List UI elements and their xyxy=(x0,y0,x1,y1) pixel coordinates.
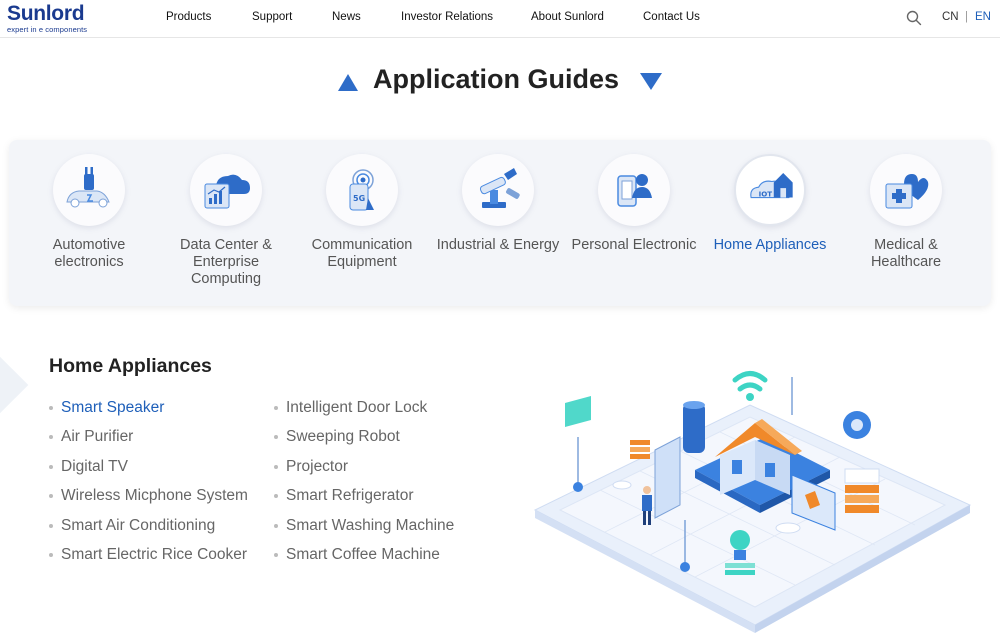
category-panel: Automotive electronics Data Center & Ent… xyxy=(9,140,991,306)
nav-products[interactable]: Products xyxy=(166,11,211,23)
cloud-chart-icon xyxy=(190,154,262,226)
search-icon[interactable] xyxy=(906,10,922,26)
app-item-smart-washing-machine[interactable]: Smart Washing Machine xyxy=(274,516,454,545)
bullet-dot-icon xyxy=(274,552,278,557)
bullet-dot-icon xyxy=(49,523,53,528)
5g-signal-icon: 5G xyxy=(326,154,398,226)
app-item-label: Smart Electric Rice Cooker xyxy=(61,545,248,563)
category-industrial[interactable]: Industrial & Energy xyxy=(430,154,566,254)
app-item-smart-air-conditioning[interactable]: Smart Air Conditioning xyxy=(49,516,248,545)
bullet-dot-icon xyxy=(49,464,53,469)
bullet-dot-icon xyxy=(49,406,53,410)
category-label: Home Appliances xyxy=(713,237,827,253)
lang-cn[interactable]: CN xyxy=(942,11,959,23)
application-list-col2: Intelligent Door Lock Sweeping Robot Pro… xyxy=(274,398,454,574)
app-item-label: Wireless Micphone System xyxy=(61,487,248,505)
triangle-down-icon xyxy=(640,73,662,90)
app-item-label: Sweeping Robot xyxy=(286,428,400,446)
site-header: Sunlord expert in e components Products … xyxy=(0,0,1000,38)
category-label: Medical & Healthcare xyxy=(870,237,942,270)
app-item-label: Smart Coffee Machine xyxy=(286,545,440,563)
category-medical[interactable]: Medical & Healthcare xyxy=(838,154,974,271)
app-item-wireless-micphone[interactable]: Wireless Micphone System xyxy=(49,486,248,515)
section-title: Home Appliances xyxy=(49,355,212,377)
app-item-smart-rice-cooker[interactable]: Smart Electric Rice Cooker xyxy=(49,545,248,574)
bullet-dot-icon xyxy=(49,494,53,499)
category-communication[interactable]: 5G Communication Equipment xyxy=(294,154,430,271)
lang-separator: | xyxy=(965,11,968,23)
app-item-digital-tv[interactable]: Digital TV xyxy=(49,457,248,486)
category-data-center[interactable]: Data Center & Enterprise Computing xyxy=(158,154,294,288)
category-label: Data Center & Enterprise Computing xyxy=(180,237,272,287)
svg-text:5G: 5G xyxy=(353,194,365,203)
nav-about-sunlord[interactable]: About Sunlord xyxy=(531,11,604,23)
category-label: Communication Equipment xyxy=(311,237,413,270)
app-item-smart-coffee-machine[interactable]: Smart Coffee Machine xyxy=(274,545,454,574)
app-item-smart-refrigerator[interactable]: Smart Refrigerator xyxy=(274,486,454,515)
category-label: Automotive electronics xyxy=(52,237,126,270)
carousel-prev-arrow[interactable] xyxy=(0,356,29,414)
medical-heart-icon xyxy=(870,154,942,226)
bullet-dot-icon xyxy=(274,464,278,469)
nav-support[interactable]: Support xyxy=(252,11,292,23)
app-item-projector[interactable]: Projector xyxy=(274,457,454,486)
app-item-label: Smart Washing Machine xyxy=(286,516,455,534)
logo-tagline: expert in e components xyxy=(7,25,88,34)
app-item-label: Air Purifier xyxy=(61,428,134,446)
phone-user-icon xyxy=(598,154,670,226)
app-item-smart-speaker[interactable]: Smart Speaker xyxy=(49,398,248,427)
nav-news[interactable]: News xyxy=(332,11,361,23)
page-title-block: Application Guides xyxy=(0,64,1000,100)
car-plug-icon xyxy=(53,154,125,226)
app-item-door-lock[interactable]: Intelligent Door Lock xyxy=(274,398,454,427)
app-item-label: Projector xyxy=(286,457,349,475)
bullet-dot-icon xyxy=(274,435,278,440)
category-label: Industrial & Energy xyxy=(436,237,560,253)
category-automotive[interactable]: Automotive electronics xyxy=(21,154,157,271)
triangle-up-icon xyxy=(338,74,358,91)
lang-en[interactable]: EN xyxy=(975,11,991,23)
logo-wordmark: Sunlord xyxy=(7,2,85,25)
iot-home-icon: IOT xyxy=(734,154,806,226)
bullet-dot-icon xyxy=(49,435,53,440)
app-item-air-purifier[interactable]: Air Purifier xyxy=(49,427,248,456)
app-item-label: Intelligent Door Lock xyxy=(286,399,428,416)
app-item-sweeping-robot[interactable]: Sweeping Robot xyxy=(274,427,454,456)
svg-text:IOT: IOT xyxy=(759,190,773,199)
app-item-label: Smart Refrigerator xyxy=(286,487,414,505)
robot-arm-icon xyxy=(462,154,534,226)
category-personal-electronic[interactable]: Personal Electronic xyxy=(566,154,702,254)
bullet-dot-icon xyxy=(49,552,53,557)
bullet-dot-icon xyxy=(274,523,278,528)
category-home-appliances[interactable]: IOT Home Appliances xyxy=(702,154,838,254)
app-item-label: Digital TV xyxy=(61,457,128,475)
app-item-label: Smart Speaker xyxy=(61,399,165,416)
sunlord-logo[interactable]: Sunlord expert in e components xyxy=(7,2,88,35)
nav-investor-relations[interactable]: Investor Relations xyxy=(401,11,493,23)
bullet-dot-icon xyxy=(274,494,278,499)
app-item-label: Smart Air Conditioning xyxy=(61,516,216,534)
application-list-col1: Smart Speaker Air Purifier Digital TV Wi… xyxy=(49,398,248,574)
nav-contact-us[interactable]: Contact Us xyxy=(643,11,700,23)
bullet-dot-icon xyxy=(274,406,278,410)
page-title: Application Guides xyxy=(373,64,620,94)
smart-home-illustration xyxy=(533,371,972,633)
category-label: Personal Electronic xyxy=(571,237,697,253)
